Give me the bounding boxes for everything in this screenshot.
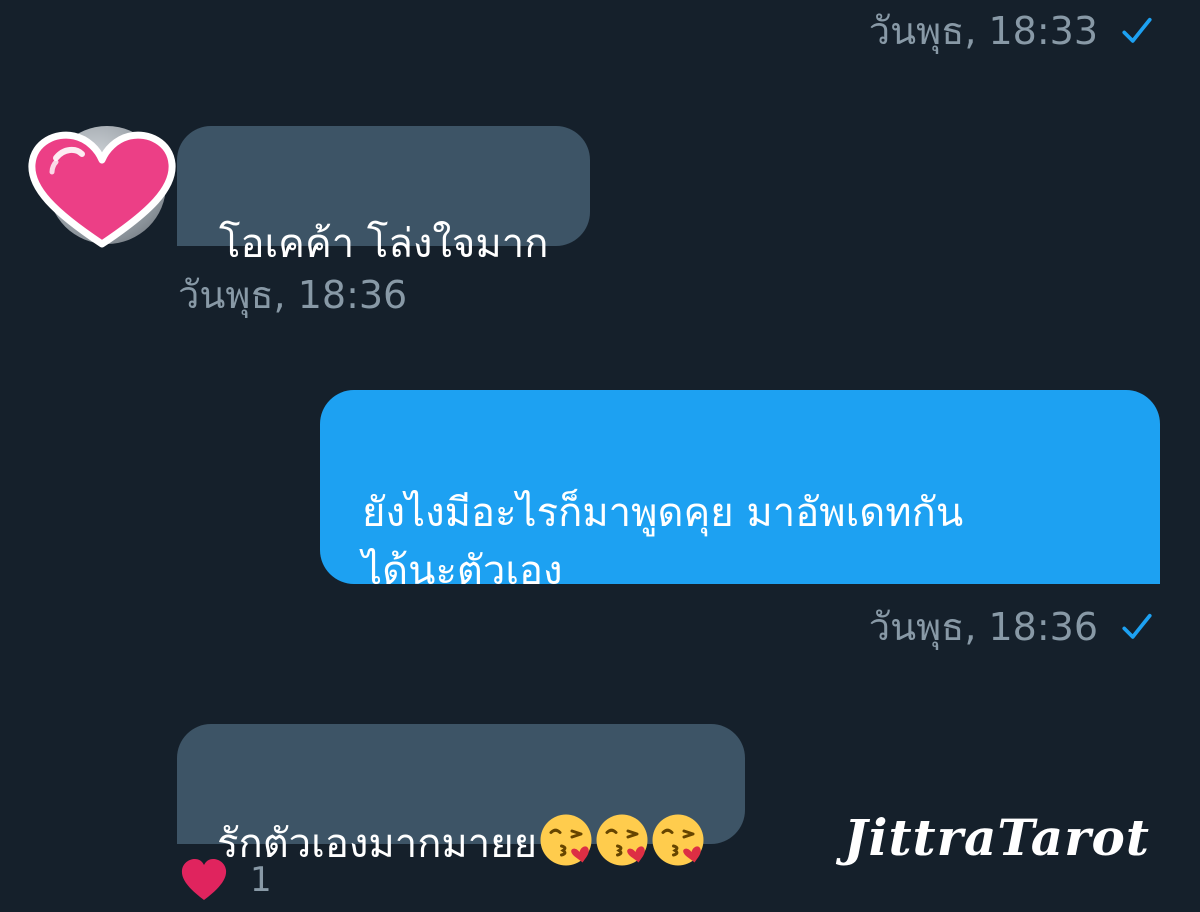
message-reaction[interactable]: 1: [180, 858, 272, 902]
incoming-message-bubble[interactable]: โอเคค้า โล่งใจมาก: [177, 126, 591, 267]
timestamp-text: วันพุธ, 18:36: [178, 273, 408, 317]
message-text: โอเคค้า โล่งใจมาก: [219, 221, 549, 267]
kissing-heart-emoji-icon: [540, 814, 592, 866]
message-timestamp-outgoing: วันพุธ, 18:36: [869, 608, 1154, 646]
message-timestamp-incoming: วันพุธ, 18:36: [178, 276, 407, 314]
reaction-count: 1: [250, 860, 272, 900]
kissing-heart-emoji-icon: [652, 814, 704, 866]
read-check-icon: [1122, 613, 1152, 639]
watermark-signature: JittraTarot: [843, 808, 1150, 867]
message-timestamp-1833: วันพุธ, 18:33: [869, 12, 1154, 50]
read-check-icon: [1122, 17, 1152, 43]
timestamp-text: วันพุธ, 18:33: [868, 9, 1098, 53]
heart-icon[interactable]: [180, 858, 228, 902]
message-text: ยังไงมีอะไรก็มาพูดคุย มาอัพเดทกัน ได้นะต…: [362, 490, 964, 594]
timestamp-text: วันพุธ, 18:36: [868, 605, 1098, 649]
outgoing-message-bubble[interactable]: ยังไงมีอะไรก็มาพูดคุย มาอัพเดทกัน ได้นะต…: [320, 390, 1160, 594]
kissing-heart-emoji-icon: [596, 814, 648, 866]
heart-sticker-icon: [28, 131, 176, 248]
incoming-message-bubble[interactable]: รักตัวเองมากมายย: [177, 724, 746, 867]
